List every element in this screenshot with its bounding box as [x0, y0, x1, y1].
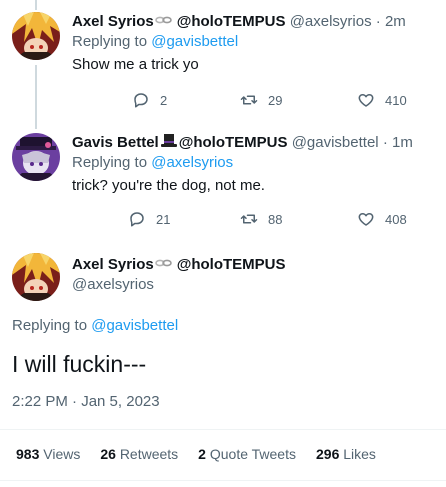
replying-to: Replying to @axelsyrios [72, 153, 440, 173]
reply-button[interactable]: 2 [132, 91, 167, 109]
stat-quote-tweets[interactable]: 2 Quote Tweets [198, 446, 296, 462]
replying-prefix: Replying to [72, 33, 148, 50]
tweet-timestamp[interactable]: 2:22 PM · Jan 5, 2023 [12, 393, 160, 410]
tweet-header: Gavis Bettel @holoTEMPUS @gavisbettel · 1… [72, 133, 440, 153]
tweet-header: Axel Syrios @holoTEMPUS @axelsyrios · 2m [72, 12, 440, 32]
separator: · [375, 13, 381, 30]
user-handle[interactable]: @axelsyrios [72, 276, 154, 293]
tweet-time[interactable]: 1m [392, 134, 413, 151]
tweet-text: trick? you're the dog, not me. [72, 177, 265, 194]
thread-line [35, 0, 37, 10]
top-hat-icon [160, 134, 177, 147]
main-tweet-author: Axel Syrios @holoTEMPUS [72, 256, 286, 273]
like-icon [358, 213, 374, 226]
stat-likes[interactable]: 296 Likes [316, 446, 376, 462]
replying-to: Replying to @gavisbettel [72, 32, 440, 52]
user-handle[interactable]: @axelsyrios [290, 13, 372, 30]
like-icon [358, 94, 374, 107]
like-count: 408 [385, 211, 407, 227]
display-name[interactable]: Gavis Bettel [72, 134, 159, 151]
tweet-time[interactable]: 2m [385, 13, 406, 30]
retweet-button[interactable]: 88 [240, 210, 282, 228]
avatar[interactable] [12, 253, 60, 301]
avatar[interactable] [12, 133, 60, 181]
like-count: 410 [385, 92, 407, 108]
stat-retweets[interactable]: 26 Retweets [100, 446, 178, 462]
retweet-count: 29 [268, 92, 283, 108]
affiliation[interactable]: @holoTEMPUS [179, 134, 288, 151]
main-tweet-text: I will fuckin--- [12, 351, 147, 377]
reply-count: 2 [160, 92, 168, 108]
replying-to-link[interactable]: @gavisbettel [151, 33, 238, 50]
user-handle[interactable]: @gavisbettel [292, 134, 379, 151]
reply-button[interactable]: 21 [128, 210, 170, 228]
affiliation[interactable]: @holoTEMPUS [177, 256, 286, 273]
replying-to-link[interactable]: @gavisbettel [91, 317, 178, 334]
replying-prefix: Replying to [72, 154, 148, 171]
replying-prefix: Replying to [12, 317, 88, 334]
stat-views[interactable]: 983 Views [16, 446, 80, 462]
divider [0, 480, 446, 481]
like-button[interactable]: 410 [357, 91, 407, 109]
display-name[interactable]: Axel Syrios [72, 13, 154, 30]
chain-icon [154, 259, 172, 267]
divider [0, 429, 446, 430]
retweet-icon [240, 95, 258, 105]
replying-to: Replying to @gavisbettel [12, 317, 178, 334]
retweet-button[interactable]: 29 [240, 91, 282, 109]
avatar[interactable] [12, 12, 60, 60]
reply-icon [130, 212, 144, 227]
thread-line [35, 65, 37, 129]
chain-icon [154, 16, 172, 24]
reply-count: 21 [156, 211, 171, 227]
affiliation[interactable]: @holoTEMPUS [177, 13, 286, 30]
reply-icon [134, 93, 148, 108]
like-button[interactable]: 408 [357, 210, 407, 228]
retweet-icon [240, 214, 258, 224]
tweet-text: Show me a trick yo [72, 56, 199, 73]
retweet-count: 88 [268, 211, 283, 227]
replying-to-link[interactable]: @axelsyrios [151, 154, 233, 171]
separator: · [382, 134, 388, 151]
display-name[interactable]: Axel Syrios [72, 256, 154, 273]
tweet-stats: 983 Views 26 Retweets 2 Quote Tweets 296… [16, 446, 376, 462]
